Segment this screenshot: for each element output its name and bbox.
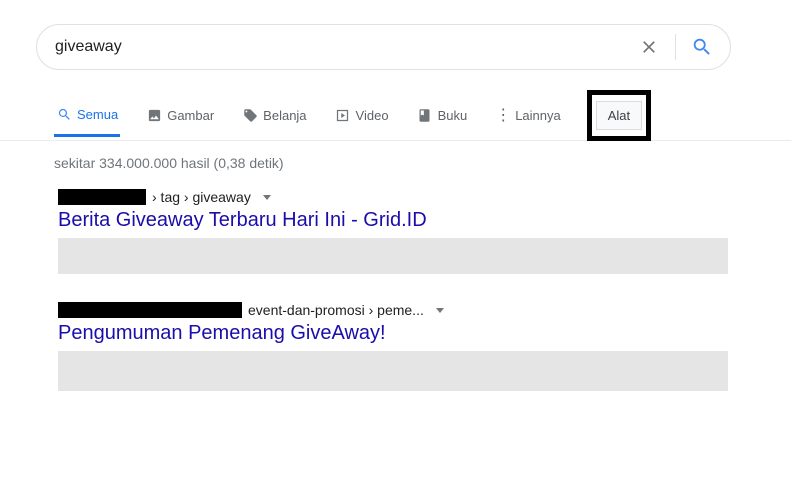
close-icon bbox=[639, 37, 659, 57]
result-stats: sekitar 334.000.000 hasil (0,38 detik) bbox=[0, 141, 791, 171]
search-result: › tag › giveaway Berita Giveaway Terbaru… bbox=[58, 189, 728, 274]
result-title-link[interactable]: Berita Giveaway Terbaru Hari Ini - Grid.… bbox=[58, 209, 427, 232]
tools-highlight-box: Alat bbox=[587, 90, 651, 141]
tabs: Semua Gambar Belanja Video bbox=[36, 90, 755, 141]
tab-shopping[interactable]: Belanja bbox=[240, 96, 308, 136]
book-icon bbox=[417, 108, 433, 124]
breadcrumb: event-dan-promosi › peme... bbox=[248, 302, 424, 318]
tab-label: Belanja bbox=[263, 108, 306, 123]
search-box bbox=[36, 24, 731, 70]
tab-more[interactable]: ⋮ Lainnya bbox=[493, 96, 563, 136]
search-icon bbox=[691, 36, 713, 58]
tab-video[interactable]: Video bbox=[333, 96, 391, 136]
clear-search-button[interactable] bbox=[629, 27, 669, 67]
breadcrumb: › tag › giveaway bbox=[152, 189, 251, 205]
search-input[interactable] bbox=[55, 38, 629, 56]
redacted-domain bbox=[58, 189, 146, 205]
image-icon bbox=[146, 108, 162, 124]
tab-all[interactable]: Semua bbox=[54, 94, 120, 137]
chevron-down-icon[interactable] bbox=[263, 195, 271, 200]
tab-label: Gambar bbox=[167, 108, 214, 123]
tab-books[interactable]: Buku bbox=[415, 96, 470, 136]
result-title-link[interactable]: Pengumuman Pemenang GiveAway! bbox=[58, 322, 386, 345]
tab-label: Semua bbox=[77, 107, 118, 122]
divider bbox=[675, 34, 676, 60]
search-results: › tag › giveaway Berita Giveaway Terbaru… bbox=[0, 171, 791, 391]
tab-label: Video bbox=[356, 108, 389, 123]
tab-images[interactable]: Gambar bbox=[144, 96, 216, 136]
result-cite: › tag › giveaway bbox=[58, 189, 728, 205]
search-icon bbox=[56, 106, 72, 122]
more-vertical-icon: ⋮ bbox=[495, 108, 510, 124]
play-icon bbox=[335, 108, 351, 124]
redacted-snippet bbox=[58, 238, 728, 274]
tab-label: Lainnya bbox=[515, 108, 561, 123]
chevron-down-icon[interactable] bbox=[436, 308, 444, 313]
tag-icon bbox=[242, 108, 258, 124]
result-cite: event-dan-promosi › peme... bbox=[58, 302, 728, 318]
redacted-domain bbox=[58, 302, 242, 318]
search-button[interactable] bbox=[682, 27, 722, 67]
tabs-container: Semua Gambar Belanja Video bbox=[36, 90, 755, 141]
tools-button[interactable]: Alat bbox=[596, 101, 642, 130]
search-container: Semua Gambar Belanja Video bbox=[0, 0, 791, 141]
search-result: event-dan-promosi › peme... Pengumuman P… bbox=[58, 302, 728, 391]
redacted-snippet bbox=[58, 351, 728, 391]
tab-label: Buku bbox=[438, 108, 468, 123]
